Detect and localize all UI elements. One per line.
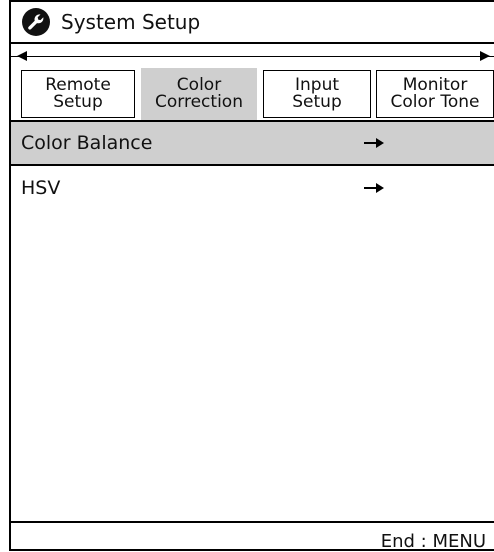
menu-item-hsv[interactable]: HSV	[11, 166, 494, 210]
menu-item-color-balance[interactable]: Color Balance	[11, 122, 494, 166]
tab-scroll-track	[11, 56, 494, 57]
system-setup-window: System Setup Remote Setup Color Correcti…	[9, 0, 494, 552]
tab-label-line2: Color Tone	[390, 92, 480, 112]
menu-item-label: HSV	[21, 177, 61, 199]
tab-monitor-color-tone[interactable]: Monitor Color Tone	[376, 70, 494, 118]
arrow-right-icon	[364, 183, 384, 193]
tab-color-correction[interactable]: Color Correction	[141, 68, 257, 120]
tab-remote-setup[interactable]: Remote Setup	[21, 70, 135, 118]
tab-input-setup[interactable]: Input Setup	[263, 70, 371, 118]
menu-panel: Color Balance HSV	[11, 120, 494, 523]
window-title: System Setup	[61, 10, 201, 34]
menu-item-label: Color Balance	[21, 132, 153, 154]
title-bar: System Setup	[11, 2, 494, 44]
tab-label-line2: Setup	[292, 92, 342, 112]
status-text: End : MENU	[380, 531, 486, 552]
tab-bar: Remote Setup Color Correction Input Setu…	[11, 46, 494, 120]
tab-label-line2: Correction	[155, 92, 243, 112]
tab-label-line2: Setup	[53, 92, 103, 112]
wrench-icon	[22, 8, 50, 36]
arrow-right-icon	[364, 138, 384, 148]
scroll-right-icon[interactable]	[480, 51, 490, 61]
